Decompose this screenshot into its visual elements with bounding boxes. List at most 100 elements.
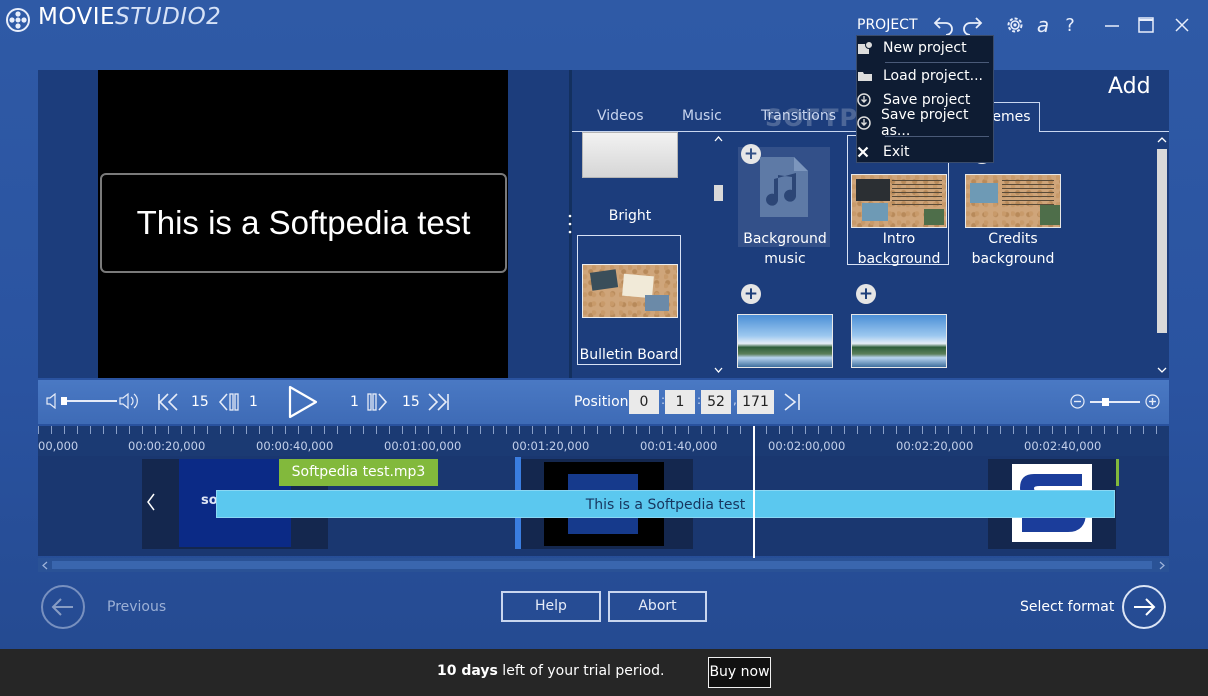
tab-videos[interactable]: Videos xyxy=(597,108,644,124)
trial-message: 10 days left of your trial period. xyxy=(437,663,664,679)
zoom-in-icon[interactable] xyxy=(1145,394,1160,409)
zoom-slider-handle[interactable] xyxy=(1102,398,1109,406)
menu-item-exit[interactable]: Exit xyxy=(857,140,993,164)
title-clip[interactable]: This is a Softpedia test xyxy=(216,490,1115,518)
credits-background-label: Credits background xyxy=(963,229,1063,269)
position-seconds-input[interactable]: 52 xyxy=(701,390,731,414)
help-icon[interactable]: ? xyxy=(1058,13,1082,37)
trial-days: 10 days xyxy=(437,663,498,679)
redo-icon[interactable] xyxy=(960,13,984,37)
bright-theme-thumbnail[interactable] xyxy=(582,132,678,178)
help-button[interactable]: Help xyxy=(501,591,601,622)
next-frame-count: 1 xyxy=(350,394,359,410)
buy-now-button[interactable]: Buy now xyxy=(708,657,771,688)
zoom-slider[interactable] xyxy=(1090,398,1140,406)
menu-item-label: Exit xyxy=(883,144,910,160)
new-project-icon xyxy=(857,41,883,55)
gear-icon[interactable] xyxy=(1003,13,1027,37)
landscape-theme-thumbnail-2[interactable] xyxy=(851,314,947,368)
undo-icon[interactable] xyxy=(932,13,956,37)
timeline-scroll-thumb[interactable] xyxy=(52,561,1152,569)
close-icon[interactable] xyxy=(1170,13,1194,37)
position-hours-input[interactable]: 0 xyxy=(629,390,659,414)
next-frame-icon[interactable] xyxy=(367,392,389,412)
intro-background-label: Intro background xyxy=(849,229,949,269)
save-icon xyxy=(857,93,883,107)
menu-item-label: Load project... xyxy=(883,68,983,84)
rewind-icon[interactable] xyxy=(157,392,181,412)
trial-rest: left of your trial period. xyxy=(497,663,665,679)
tick-label: 00:02:20,000 xyxy=(896,439,974,453)
background-music-label-line1: Background xyxy=(743,231,827,247)
rewind-count: 15 xyxy=(191,394,209,410)
left-list-scrollbar[interactable] xyxy=(713,133,724,377)
position-label: Position: xyxy=(574,394,634,410)
play-icon[interactable] xyxy=(285,384,319,420)
playhead[interactable] xyxy=(753,426,755,572)
tab-music[interactable]: Music xyxy=(682,108,722,124)
volume-mute-icon[interactable] xyxy=(46,393,60,409)
volume-max-icon[interactable] xyxy=(119,392,141,410)
next-button[interactable] xyxy=(1122,585,1166,629)
menu-separator xyxy=(885,136,989,137)
abort-button[interactable]: Abort xyxy=(608,591,707,622)
app-title-thin: STUDIO2 xyxy=(115,4,222,30)
volume-slider[interactable] xyxy=(61,397,117,405)
select-format-label[interactable]: Select format xyxy=(1020,599,1114,615)
timeline-horizontal-scrollbar[interactable] xyxy=(38,558,1169,572)
drag-handle-icon[interactable] xyxy=(568,213,572,235)
minimize-icon[interactable] xyxy=(1100,13,1124,37)
tick-label: 00:02:00,000 xyxy=(768,439,846,453)
add-theme-plus-icon[interactable]: + xyxy=(856,284,876,304)
position-ms-input[interactable]: 171 xyxy=(737,390,774,414)
project-menu-button[interactable]: PROJECT xyxy=(857,17,918,33)
go-to-end-icon[interactable] xyxy=(782,392,804,412)
menu-item-label: New project xyxy=(883,40,967,56)
forward-count: 15 xyxy=(402,394,420,410)
audio-clip[interactable]: Softpedia test.mp3 xyxy=(279,459,438,486)
position-minutes-input[interactable]: 1 xyxy=(665,390,695,414)
volume-slider-handle[interactable] xyxy=(61,397,67,405)
add-theme-plus-icon[interactable]: + xyxy=(741,284,761,304)
tick-label: 00:02:40,000 xyxy=(1024,439,1102,453)
project-dropdown-menu: New project Load project... Save project… xyxy=(856,35,994,163)
bulletin-board-thumbnail xyxy=(582,264,678,318)
fast-forward-icon[interactable] xyxy=(426,392,450,412)
prev-frame-count: 1 xyxy=(249,394,258,410)
preview-title-text[interactable]: This is a Softpedia test xyxy=(100,173,507,273)
exit-x-icon xyxy=(857,146,883,158)
app-title: MOVIESTUDIO2 xyxy=(38,4,221,30)
ruler-ticks xyxy=(38,426,1169,434)
app-logo-icon xyxy=(6,8,30,32)
landscape-theme-thumbnail-1[interactable] xyxy=(737,314,833,368)
credits-background-label-line2: background xyxy=(971,251,1055,267)
timeline-ruler[interactable]: 00,000 00:00:20,000 00:00:40,000 00:01:0… xyxy=(38,426,1169,456)
bright-theme-label: Bright xyxy=(608,208,652,224)
previous-button[interactable] xyxy=(41,585,85,629)
scroll-left-chevron-icon[interactable] xyxy=(146,492,156,512)
intro-background-label-line1: Intro xyxy=(882,231,916,247)
credits-background-label-line1: Credits xyxy=(988,231,1038,247)
menu-item-save-project-as[interactable]: Save project as... xyxy=(857,107,993,139)
audio-end-marker xyxy=(1116,459,1119,486)
menu-item-label: Save project xyxy=(883,92,971,108)
themes-scroll-thumb[interactable] xyxy=(1157,149,1167,333)
app-title-bold: MOVIE xyxy=(38,4,116,30)
previous-label[interactable]: Previous xyxy=(107,599,166,615)
add-heading: Add xyxy=(1108,74,1151,99)
background-music-label-line2: music xyxy=(764,251,806,267)
zoom-out-icon[interactable] xyxy=(1070,394,1085,409)
intro-background-thumbnail xyxy=(851,174,947,228)
menu-item-new-project[interactable]: New project xyxy=(857,36,993,60)
font-a-icon[interactable]: a xyxy=(1031,13,1055,37)
credits-background-thumbnail[interactable] xyxy=(965,174,1061,228)
tick-label: 00:01:00,000 xyxy=(384,439,462,453)
tick-label: 00:00:20,000 xyxy=(128,439,206,453)
menu-separator xyxy=(885,62,989,63)
prev-frame-icon[interactable] xyxy=(217,392,239,412)
folder-icon xyxy=(857,70,883,82)
maximize-icon[interactable] xyxy=(1134,13,1158,37)
menu-item-load-project[interactable]: Load project... xyxy=(857,64,993,88)
themes-scrollbar[interactable] xyxy=(1155,133,1169,377)
left-list-scroll-thumb[interactable] xyxy=(714,185,723,201)
